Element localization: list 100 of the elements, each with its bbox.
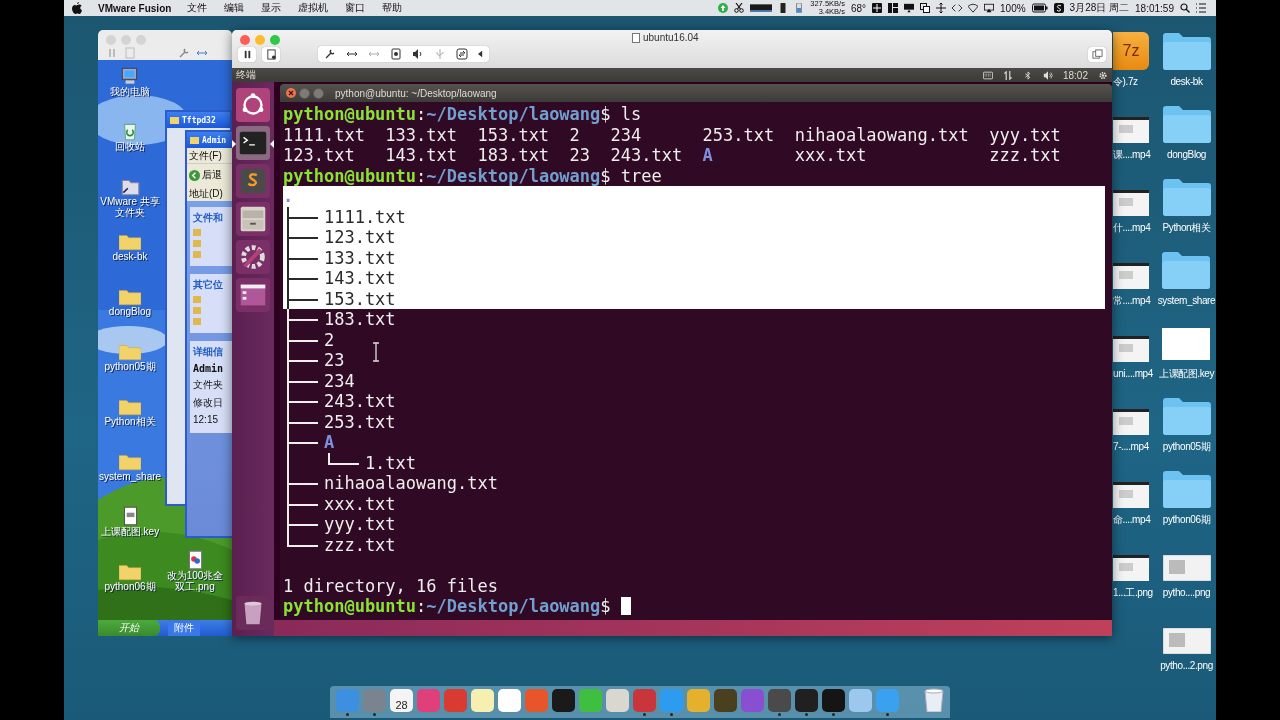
archive-icon[interactable]: 7z: [1113, 32, 1149, 70]
prompt-symbol: $: [600, 104, 611, 125]
minimize-button[interactable]: [299, 87, 310, 99]
layout-icon[interactable]: [888, 3, 898, 13]
ubuntu-logo-icon[interactable]: [236, 88, 270, 122]
directory-name: A: [323, 432, 335, 453]
wrench-icon[interactable]: [324, 48, 336, 60]
menu-item[interactable]: 文件(F): [189, 148, 222, 163]
thumbnail-icon[interactable]: [1113, 409, 1149, 435]
icon-label: python05期: [104, 361, 156, 372]
icon-label: pytho....png: [1162, 587, 1211, 598]
close-button[interactable]: [240, 35, 250, 45]
icon-label: 上课配图.key: [100, 526, 160, 537]
panel-heading[interactable]: 其它位: [193, 278, 232, 292]
app-icon[interactable]: [552, 688, 575, 712]
folder-icon[interactable]: [1162, 178, 1211, 216]
apple-logo-icon[interactable]: [72, 2, 82, 14]
wifi-icon[interactable]: [968, 3, 978, 13]
maximize-button[interactable]: [313, 87, 324, 99]
app-icon[interactable]: 28: [390, 688, 413, 712]
network-icon[interactable]: [1002, 70, 1013, 80]
sync-icon[interactable]: [456, 48, 468, 60]
move-icon[interactable]: [936, 3, 946, 13]
app-icon[interactable]: [795, 688, 818, 712]
speaker-icon[interactable]: [412, 48, 424, 60]
app-icon[interactable]: [714, 688, 737, 712]
prompt-symbol: $: [600, 596, 611, 617]
folder-icon[interactable]: [1162, 105, 1211, 143]
menu-item[interactable]: 显示: [261, 1, 282, 15]
app-icon[interactable]: [606, 688, 629, 712]
caret-icon[interactable]: [478, 50, 483, 58]
file-name: 253.txt: [323, 411, 396, 432]
thumbnail-icon[interactable]: [1113, 555, 1149, 581]
app-icon[interactable]: [768, 688, 791, 712]
thumbnail-icon[interactable]: [1113, 336, 1149, 362]
file-name: 123.txt: [323, 227, 396, 248]
start-button[interactable]: 开始: [98, 620, 160, 636]
upload-icon[interactable]: [718, 3, 729, 13]
directory-name: A: [702, 145, 713, 166]
restore-button[interactable]: [1088, 46, 1106, 62]
folder-icon[interactable]: [1162, 470, 1211, 508]
settings-icon[interactable]: [1098, 70, 1108, 80]
menu-item[interactable]: 窗口: [345, 1, 366, 15]
app-icon[interactable]: [822, 688, 845, 712]
folder-icon: [170, 116, 179, 124]
terminal-icon[interactable]: [236, 126, 270, 160]
search-icon[interactable]: [1180, 3, 1190, 13]
battery-icon[interactable]: [1031, 3, 1048, 13]
cpu-graph-icon[interactable]: [750, 3, 773, 13]
file-cabinet-icon[interactable]: [236, 202, 270, 236]
menu-icon[interactable]: [1196, 3, 1206, 13]
icon-label: 课....mp4: [1113, 149, 1151, 160]
file-name: xxx.txt: [323, 493, 396, 514]
app-icon[interactable]: [498, 688, 521, 712]
close-button[interactable]: [286, 88, 296, 98]
window-title: ubuntu16.04: [643, 32, 699, 43]
back-button[interactable]: 后退: [189, 168, 222, 182]
thumbnail-icon[interactable]: [1113, 482, 1149, 508]
trash-icon[interactable]: [923, 688, 945, 712]
grid-icon[interactable]: [872, 3, 882, 13]
thumbnail-icon[interactable]: [1113, 117, 1149, 143]
thumbnail-icon[interactable]: [1162, 555, 1211, 581]
pause-button[interactable]: [238, 46, 256, 62]
input-method-icon[interactable]: [1053, 3, 1064, 13]
app-menu[interactable]: VMware Fusion: [98, 2, 172, 14]
thumbnail-icon[interactable]: [1162, 628, 1211, 654]
airplay-icon[interactable]: [984, 3, 994, 13]
menu-item[interactable]: 帮助: [382, 1, 403, 15]
scissors-icon[interactable]: [734, 3, 745, 13]
file-name: 23: [569, 145, 591, 166]
settings-icon[interactable]: [236, 240, 270, 274]
folder-icon[interactable]: [1162, 32, 1211, 70]
address-label: 地址(D): [189, 186, 223, 201]
thumbnail-icon[interactable]: [1113, 263, 1149, 289]
menu-item[interactable]: 编辑: [224, 1, 245, 15]
directory-name: .: [283, 186, 294, 207]
folder-icon[interactable]: [1162, 251, 1211, 289]
menu-item[interactable]: 虚拟机: [298, 1, 329, 15]
display-icon[interactable]: [904, 3, 914, 13]
keyboard-icon[interactable]: [982, 70, 993, 80]
volume-icon[interactable]: [1042, 70, 1053, 80]
disk-gauge-icon[interactable]: [794, 3, 805, 13]
memory-gauge-icon[interactable]: [778, 3, 789, 13]
thumbnail-icon[interactable]: [1113, 190, 1149, 216]
workspace-icon[interactable]: [236, 278, 270, 312]
file-name: 243.txt: [610, 145, 683, 166]
panel-heading[interactable]: 文件和: [193, 211, 232, 225]
icon-label: desk-bk: [1170, 76, 1203, 87]
menu-item[interactable]: 文件: [187, 1, 208, 15]
bluetooth-icon[interactable]: [1022, 70, 1033, 80]
editor-icon[interactable]: [236, 164, 270, 198]
snapshot-button[interactable]: [262, 46, 280, 62]
folder-icon[interactable]: [1162, 397, 1211, 435]
windows-icon[interactable]: [920, 3, 930, 13]
taskbar-button[interactable]: 附件: [168, 620, 200, 636]
restore-icon: [1091, 48, 1103, 60]
app-icon[interactable]: [471, 688, 494, 712]
panel-heading[interactable]: 详细信: [193, 345, 232, 359]
icon-label: system_share: [98, 471, 162, 482]
code-icon[interactable]: [952, 3, 962, 13]
